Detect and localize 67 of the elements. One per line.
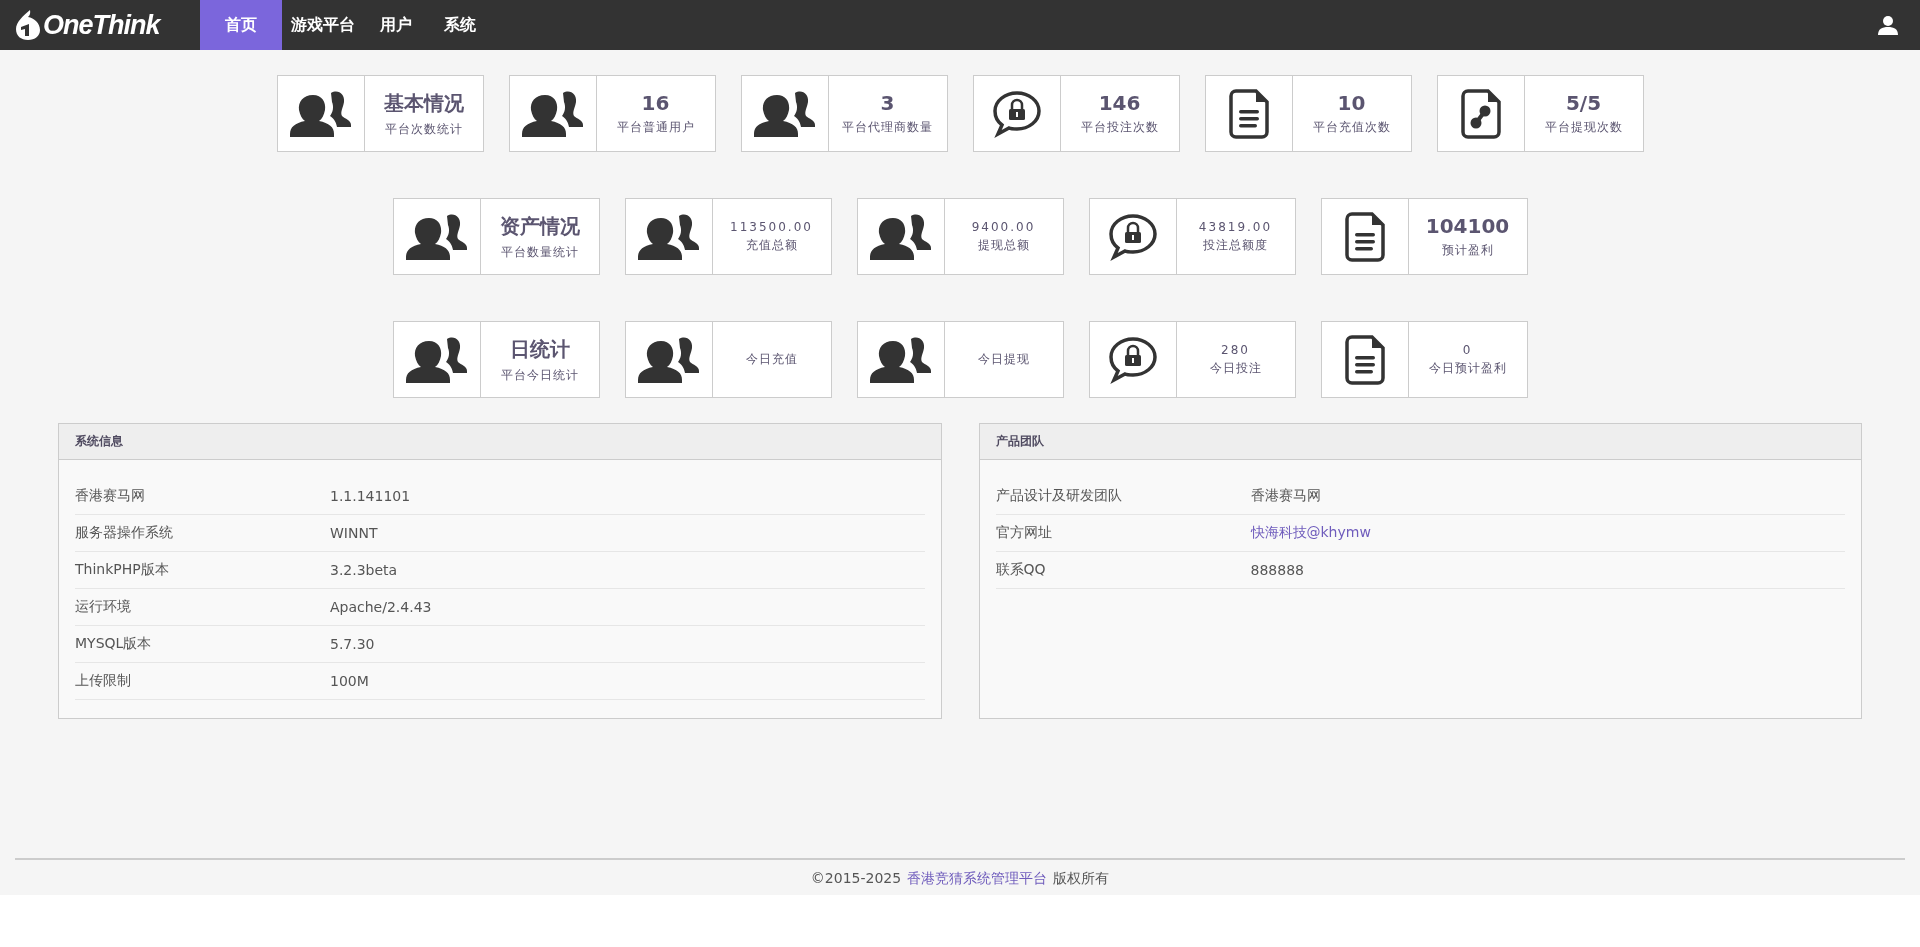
- stat-value: 16: [641, 91, 670, 115]
- stat-label: 平台充值次数: [1312, 119, 1391, 136]
- info-label: 服务器操作系统: [75, 524, 174, 542]
- card-heading: 资产情况: [499, 212, 580, 240]
- stat-label: 预计盈利: [1441, 242, 1494, 259]
- info-label: ThinkPHP版本: [75, 561, 170, 579]
- stat-value: 146: [1098, 91, 1141, 115]
- stat-label: 今日充值: [745, 351, 798, 368]
- document-link-icon: [1460, 88, 1501, 139]
- nav-tab[interactable]: 游戏平台: [282, 0, 364, 50]
- nav-tab[interactable]: 首页: [200, 0, 282, 50]
- stat-label: 今日投注: [1209, 359, 1262, 377]
- website-link[interactable]: 快海科技@khymw: [1250, 524, 1371, 542]
- stat-value: 0: [1462, 342, 1473, 357]
- copyright-text: ©2015-2025: [810, 870, 902, 888]
- stat-value: 3: [880, 91, 895, 115]
- stat-value: 5/5: [1565, 91, 1602, 115]
- info-label: 运行环境: [75, 598, 132, 616]
- info-value: 5.7.30: [330, 636, 375, 652]
- info-value: 香港赛马网: [1250, 487, 1321, 505]
- stat-label: 提现总额: [977, 236, 1030, 254]
- stat-label: 平台次数统计: [384, 120, 463, 138]
- stat-value: 104100: [1425, 214, 1510, 238]
- rights-text: 版权所有: [1053, 870, 1110, 888]
- card-heading: 日统计: [509, 335, 570, 363]
- info-label: 香港赛马网: [75, 487, 146, 505]
- stat-value: 43819.00: [1198, 219, 1273, 234]
- stat-label: 平台投注次数: [1080, 119, 1159, 136]
- nav-tab[interactable]: 用户: [364, 0, 428, 50]
- stat-label: 投注总额度: [1203, 236, 1268, 254]
- stat-value: 113500.00: [730, 219, 813, 234]
- lock-speech-bubble-icon: [991, 88, 1042, 139]
- stat-value: 280: [1221, 342, 1250, 357]
- platform-link[interactable]: 香港竞猜系统管理平台: [907, 870, 1048, 888]
- stat-label: 平台今日统计: [500, 366, 579, 384]
- stat-label: 平台代理商数量: [842, 119, 933, 136]
- info-label: 产品设计及研发团队: [995, 487, 1123, 505]
- info-label: 官方网址: [995, 524, 1053, 542]
- info-value: 100M: [330, 673, 369, 689]
- document-icon: [1344, 211, 1385, 262]
- flame-logo-icon: [15, 10, 41, 40]
- info-value: 3.2.3beta: [330, 562, 398, 578]
- stat-value: 10: [1337, 91, 1366, 115]
- info-value: 888888: [1250, 562, 1304, 578]
- info-value: WINNT: [330, 525, 378, 541]
- logo-text: OneThink: [43, 9, 160, 41]
- info-label: 联系QQ: [995, 561, 1047, 579]
- info-label: 上传限制: [75, 672, 132, 690]
- panel-title: 产品团队: [995, 433, 1044, 450]
- stat-label: 今日预计盈利: [1428, 359, 1507, 377]
- info-label: MYSQL版本: [75, 635, 153, 653]
- stat-label: 今日提现: [977, 351, 1030, 368]
- user-icon[interactable]: [1878, 15, 1898, 35]
- document-icon: [1228, 88, 1269, 139]
- stat-value: 9400.00: [971, 219, 1036, 234]
- document-icon: [1344, 334, 1385, 385]
- nav-tab[interactable]: 系统: [428, 0, 492, 50]
- stat-label: 平台数量统计: [500, 243, 579, 261]
- card-heading: 基本情况: [383, 89, 464, 117]
- info-value: 1.1.141101: [330, 488, 411, 504]
- stat-label: 平台提现次数: [1544, 119, 1623, 136]
- stat-label: 平台普通用户: [616, 119, 695, 136]
- stat-label: 充值总额: [745, 236, 798, 254]
- panel-title: 系统信息: [75, 433, 123, 450]
- lock-speech-bubble-icon: [1107, 211, 1158, 262]
- info-value: Apache/2.4.43: [330, 599, 432, 615]
- lock-speech-bubble-icon: [1107, 334, 1158, 385]
